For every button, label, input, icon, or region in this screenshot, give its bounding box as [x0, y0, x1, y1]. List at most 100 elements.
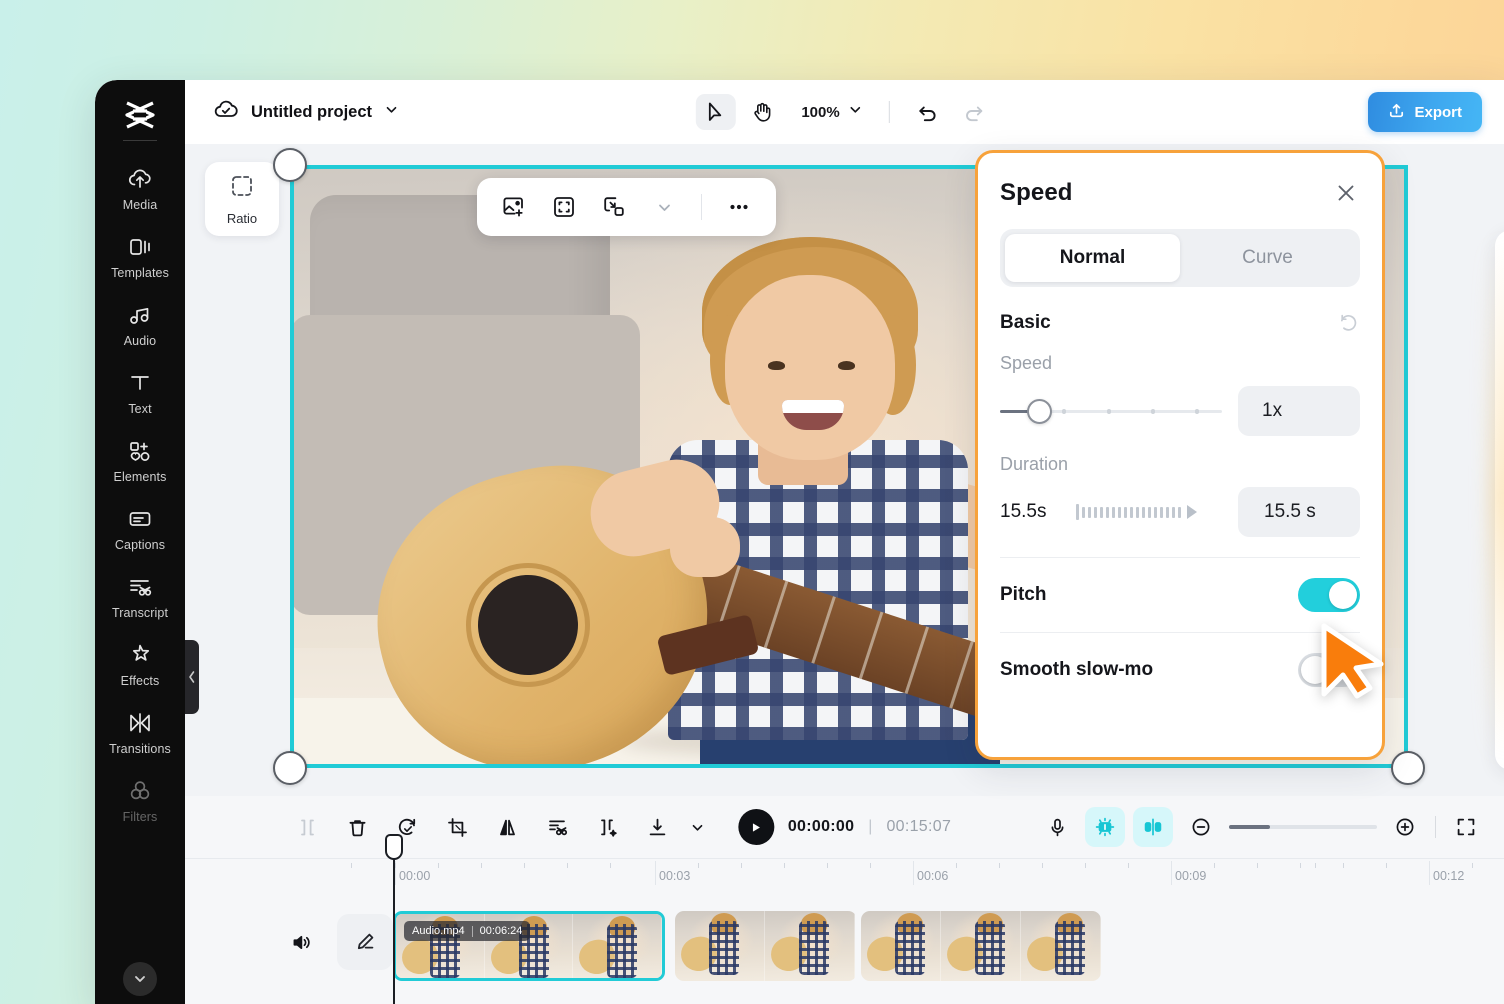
microphone-icon[interactable] — [1037, 807, 1077, 847]
right-properties-panel: Basic Backgr... Smart tools — [1495, 230, 1504, 770]
project-title-menu[interactable]: Untitled project — [213, 97, 399, 128]
plus-circle-icon[interactable] — [1385, 807, 1425, 847]
text-t-icon — [127, 370, 153, 396]
freeze-frame-icon[interactable] — [585, 807, 629, 847]
toolbar-divider — [889, 101, 890, 123]
speed-value-input[interactable]: 1x — [1238, 386, 1360, 436]
expand-icon[interactable] — [1446, 807, 1486, 847]
sidebar-item-label: Audio — [124, 334, 156, 348]
auto-cut-icon[interactable] — [1133, 807, 1173, 847]
sidebar-item-media[interactable]: Media — [95, 155, 185, 223]
sidebar-collapse-button[interactable] — [123, 962, 157, 996]
sidebar-item-label: Captions — [115, 538, 165, 552]
sidebar-item-label: Text — [128, 402, 151, 416]
transitions-icon — [127, 710, 153, 736]
ratio-button[interactable]: Ratio — [205, 162, 279, 236]
time-separator: | — [868, 818, 872, 836]
play-button[interactable] — [738, 809, 774, 845]
sidebar-item-label: Transcript — [112, 606, 168, 620]
split-brackets-icon[interactable] — [285, 807, 329, 847]
resize-handle-bottom-left[interactable] — [273, 751, 307, 785]
select-tool-button[interactable] — [695, 94, 735, 130]
zoom-level-selector[interactable]: 100% — [787, 102, 870, 122]
speed-slider-thumb[interactable] — [1027, 399, 1052, 424]
templates-icon — [127, 234, 153, 260]
clip-name: Audio.mp4 — [412, 925, 465, 937]
cut-silence-icon[interactable] — [535, 807, 579, 847]
clip-tools — [285, 807, 709, 847]
sidebar-item-transcript[interactable]: Transcript — [95, 563, 185, 631]
hand-tool-button[interactable] — [741, 94, 781, 130]
mouse-cursor-pointer — [1318, 620, 1390, 702]
clip-label: Audio.mp4 00:06:24 — [404, 921, 530, 941]
project-name: Untitled project — [251, 103, 372, 122]
timeline-ruler[interactable]: 00:00 00:03 00:06 00:09 00:12 — [185, 858, 1504, 892]
undo-button[interactable] — [908, 94, 948, 130]
enhance-icon[interactable] — [1085, 807, 1125, 847]
sidebar-item-audio[interactable]: Audio — [95, 291, 185, 359]
music-note-icon — [127, 302, 153, 328]
ellipsis-icon[interactable] — [716, 186, 762, 228]
sidebar-item-templates[interactable]: Templates — [95, 223, 185, 291]
chevron-down-icon[interactable] — [384, 102, 399, 122]
canvas-floating-toolbar — [477, 178, 776, 236]
close-x-icon[interactable] — [1332, 179, 1360, 207]
minus-circle-icon[interactable] — [1181, 807, 1221, 847]
sidebar-item-filters[interactable]: Filters — [95, 767, 185, 835]
ruler-label: 00:09 — [1175, 869, 1206, 883]
tab-curve[interactable]: Curve — [1180, 234, 1355, 282]
speed-slider[interactable] — [1000, 396, 1222, 426]
sidebar-item-label: Templates — [111, 266, 169, 280]
edit-track-button[interactable] — [337, 914, 393, 970]
sidebar-item-label: Media — [123, 198, 158, 212]
sidebar-item-effects[interactable]: Effects — [95, 631, 185, 699]
playhead[interactable] — [393, 858, 395, 1004]
sidebar-divider — [123, 140, 157, 141]
resize-handle-bottom-right[interactable] — [1391, 751, 1425, 785]
redo-button[interactable] — [954, 94, 994, 130]
timeline-clip[interactable]: Audio.mp4 00:06:24 — [393, 911, 665, 981]
left-sidebar: Media Templates Audio — [95, 80, 185, 1004]
fit-frame-icon[interactable] — [541, 186, 587, 228]
timeline-right-tools — [1037, 807, 1486, 847]
reset-rotate-icon[interactable] — [1336, 311, 1360, 335]
trash-icon[interactable] — [335, 807, 379, 847]
sidebar-item-text[interactable]: Text — [95, 359, 185, 427]
speed-field-label: Speed — [1000, 353, 1360, 374]
resize-handle-top-left[interactable] — [273, 148, 307, 182]
export-button[interactable]: Export — [1368, 92, 1482, 132]
sidebar-item-captions[interactable]: Captions — [95, 495, 185, 563]
chevron-down-icon[interactable] — [685, 807, 709, 847]
ruler-label: 00:03 — [659, 869, 690, 883]
crop-icon[interactable] — [435, 807, 479, 847]
pitch-toggle[interactable] — [1298, 578, 1360, 612]
duration-bars-indicator[interactable] — [1076, 502, 1224, 522]
smooth-slow-mo-row: Smooth slow-mo — [1000, 633, 1360, 707]
basic-section-title: Basic — [1000, 312, 1051, 334]
timeline: 00:00:00 | 00:15:07 — [185, 796, 1504, 1004]
timeline-tracks: Audio.mp4 00:06:24 — [185, 892, 1504, 1004]
sidebar-item-elements[interactable]: Elements — [95, 427, 185, 495]
timeline-toolbar: 00:00:00 | 00:15:07 — [185, 796, 1504, 858]
top-toolbar: Untitled project 100% — [185, 80, 1504, 144]
mirror-flip-icon[interactable] — [485, 807, 529, 847]
timeline-zoom-slider[interactable] — [1229, 817, 1377, 837]
sidebar-item-transitions[interactable]: Transitions — [95, 699, 185, 767]
duration-value-input[interactable]: 15.5 s — [1238, 487, 1360, 537]
speed-mode-tabs: Normal Curve — [1000, 229, 1360, 287]
smooth-slow-mo-label: Smooth slow-mo — [1000, 659, 1153, 681]
image-plus-icon[interactable] — [491, 186, 537, 228]
timeline-clip[interactable] — [861, 911, 1101, 981]
ruler-label: 00:06 — [917, 869, 948, 883]
panel-collapse-handle[interactable] — [185, 640, 199, 714]
timeline-clip[interactable] — [675, 911, 857, 981]
chevron-down-icon[interactable] — [641, 186, 687, 228]
filters-circles-icon — [127, 778, 153, 804]
capcut-logo-icon[interactable] — [117, 94, 163, 136]
tab-normal[interactable]: Normal — [1005, 234, 1180, 282]
duration-left-value: 15.5s — [1000, 501, 1062, 523]
crop-position-icon[interactable] — [591, 186, 637, 228]
mute-track-button[interactable] — [285, 926, 317, 958]
download-icon[interactable] — [635, 807, 679, 847]
playback-controls: 00:00:00 | 00:15:07 — [738, 809, 951, 845]
